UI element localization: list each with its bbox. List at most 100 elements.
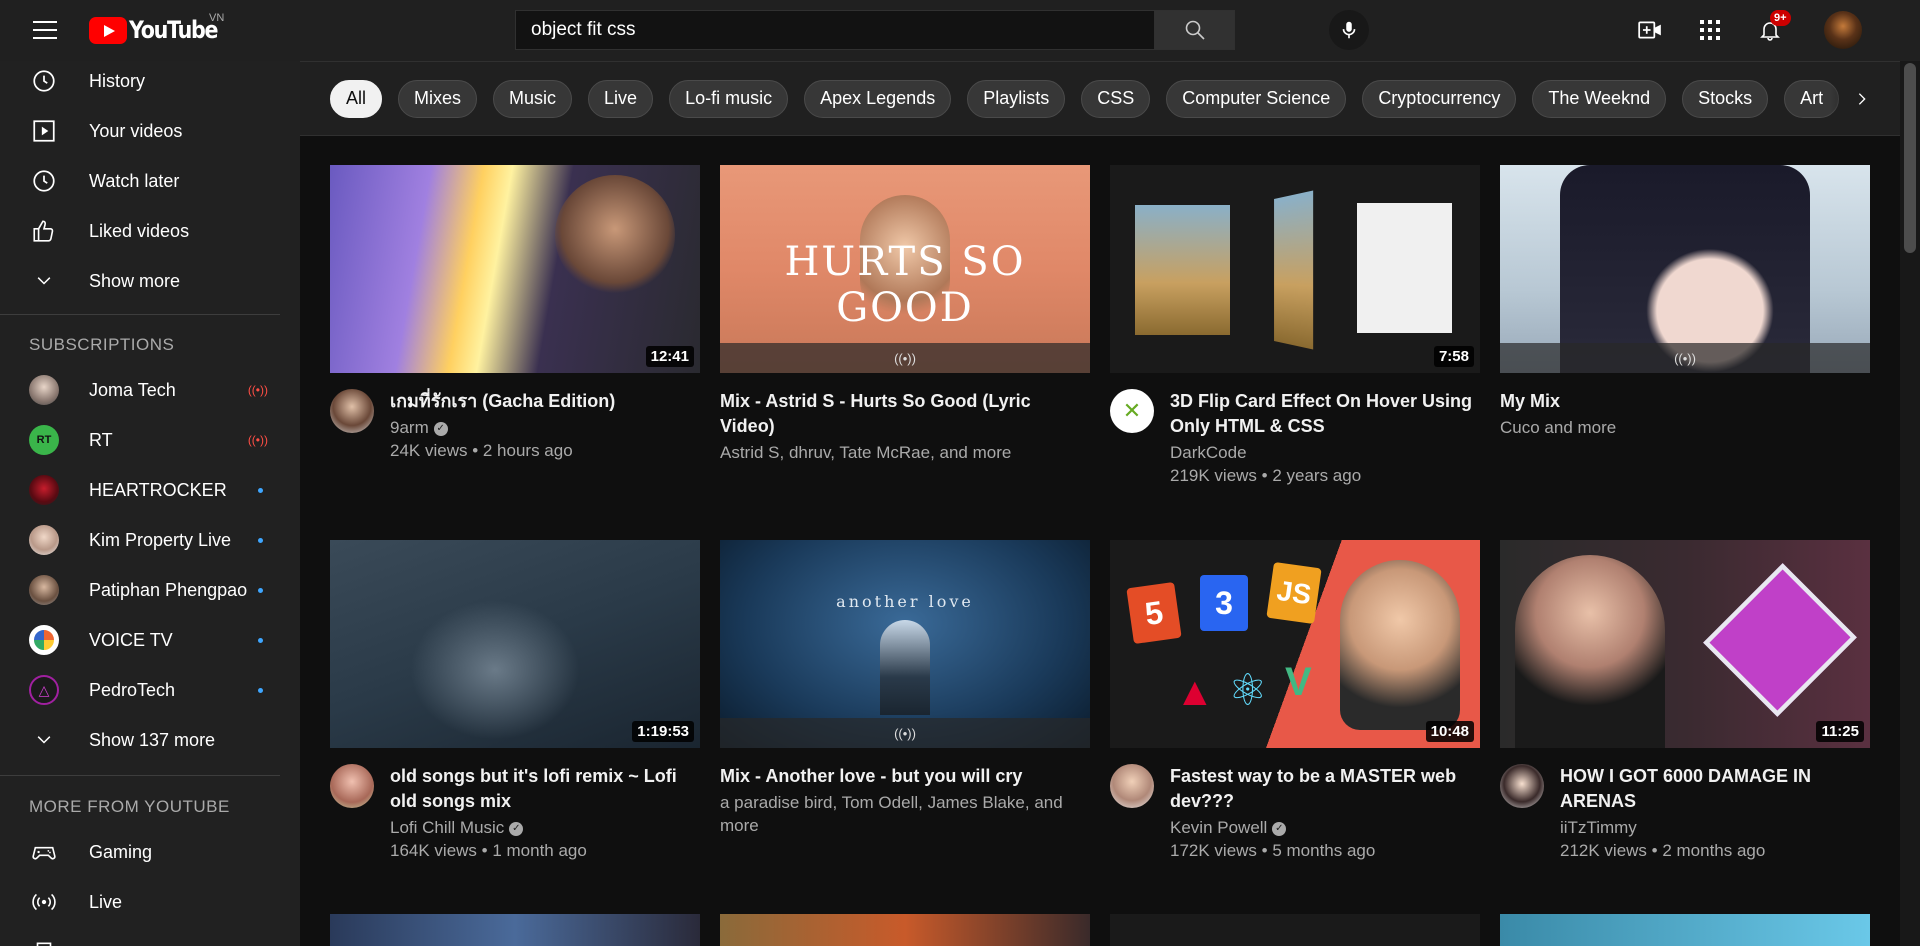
video-thumbnail[interactable]: another love ((•)) (720, 540, 1090, 748)
channel-avatar[interactable] (330, 389, 374, 433)
video-title[interactable]: Mix - Another love - but you will cry (720, 764, 1090, 789)
chevron-right-icon (1858, 92, 1866, 105)
chip-the-weeknd[interactable]: The Weeknd (1532, 79, 1667, 118)
top-bar: YouTube VN 9+ (0, 0, 1920, 61)
page-scrollbar[interactable] (1900, 61, 1920, 946)
sidebar-item-label: Show more (89, 270, 181, 291)
channel-avatar: △ (29, 675, 59, 705)
video-stats: 212K views • 2 months ago (1560, 841, 1766, 860)
chip-css[interactable]: CSS (1081, 79, 1151, 118)
video-title[interactable]: เกมที่รักเรา (Gacha Edition) (390, 389, 700, 414)
new-content-dot (258, 687, 263, 693)
video-card[interactable]: 5 3 JS ▲ ⚛ V 10:48 Fastest way to be a M… (1110, 540, 1480, 862)
channel-avatar[interactable] (1500, 764, 1544, 808)
video-thumbnail[interactable]: 5 3 JS ▲ ⚛ V 10:48 (1110, 540, 1480, 748)
search-button[interactable] (1154, 11, 1234, 49)
mix-bar: ((•)) (1500, 343, 1870, 373)
verified-icon: ✓ (509, 821, 524, 836)
video-card[interactable]: 11:25 HOW I GOT 6000 DAMAGE IN ARENAS ii… (1500, 540, 1870, 862)
sidebar-item-history[interactable]: History (0, 61, 280, 106)
search-input[interactable] (516, 11, 1154, 49)
apps-button[interactable] (1694, 14, 1726, 46)
channel-avatar (29, 625, 59, 655)
video-thumbnail[interactable] (330, 914, 700, 946)
video-thumbnail[interactable]: HURTS SO GOOD ((•)) (720, 165, 1090, 373)
sidebar-item-label: Show 137 more (89, 729, 216, 750)
sidebar-item-your-videos[interactable]: Your videos (0, 106, 280, 156)
chip-music[interactable]: Music (493, 79, 573, 118)
channel-name[interactable]: Lofi Chill Music (390, 818, 504, 837)
channel-avatar[interactable]: ✕ (1110, 389, 1154, 433)
youtube-logo[interactable]: YouTube VN (89, 12, 232, 44)
sidebar-item-label: Liked videos (89, 220, 190, 241)
sidebar: History Your videos Watch later Liked vi… (0, 61, 300, 946)
sidebar-item-partial[interactable] (0, 927, 280, 946)
video-thumbnail[interactable]: 7:58 (1110, 165, 1480, 373)
sidebar-show-more-subscriptions[interactable]: Show 137 more (0, 715, 280, 765)
channel-name[interactable]: DarkCode (1170, 441, 1480, 464)
channel-avatar[interactable] (1110, 764, 1154, 808)
sidebar-item-label: Live (89, 891, 123, 912)
video-title[interactable]: old songs but it's lofi remix ~ Lofi old… (390, 764, 700, 814)
sidebar-subscription-kim-property-live[interactable]: Kim Property Live (0, 515, 280, 565)
chevron-down-icon (29, 725, 59, 755)
notifications-button[interactable]: 9+ (1754, 10, 1791, 46)
channel-name[interactable]: 9arm (390, 418, 429, 437)
video-card[interactable]: another love ((•)) Mix - Another love - … (720, 540, 1090, 837)
video-thumbnail[interactable] (1500, 914, 1870, 946)
video-title[interactable]: HOW I GOT 6000 DAMAGE IN ARENAS (1560, 764, 1870, 814)
video-title[interactable]: Fastest way to be a MASTER web dev??? (1170, 764, 1480, 814)
video-thumbnail[interactable] (720, 914, 1090, 946)
video-title[interactable]: 3D Flip Card Effect On Hover Using Only … (1170, 389, 1480, 439)
video-thumbnail[interactable] (1110, 914, 1480, 946)
video-card[interactable]: 12:41 เกมที่รักเรา (Gacha Edition) 9arm ✓… (330, 165, 700, 462)
sidebar-item-watch-later[interactable]: Watch later (0, 156, 280, 206)
chip-computer-science[interactable]: Computer Science (1166, 79, 1347, 118)
chip-cryptocurrency[interactable]: Cryptocurrency (1362, 79, 1517, 118)
chip-live[interactable]: Live (588, 79, 654, 118)
account-avatar[interactable] (1824, 11, 1862, 49)
sidebar-subscription-joma-tech[interactable]: Joma Tech ((•)) (0, 365, 280, 415)
gaming-icon (29, 837, 59, 867)
video-title[interactable]: My Mix (1500, 389, 1870, 414)
scrollbar-thumb[interactable] (1904, 63, 1916, 253)
mix-bar: ((•)) (720, 718, 1090, 748)
channel-avatar[interactable] (330, 764, 374, 808)
video-card[interactable]: ((•)) My Mix Cuco and more (1500, 165, 1870, 439)
video-stats: 219K views • 2 years ago (1170, 466, 1362, 485)
video-card[interactable]: HURTS SO GOOD ((•)) Mix - Astrid S - Hur… (720, 165, 1090, 464)
sidebar-item-live[interactable]: Live (0, 877, 280, 927)
menu-icon[interactable] (28, 16, 62, 44)
create-video-icon (1638, 21, 1661, 39)
mix-artists: Astrid S, dhruv, Tate McRae, and more (720, 443, 1012, 462)
voice-search-button[interactable] (1329, 10, 1369, 50)
create-video-button[interactable] (1634, 14, 1666, 46)
video-thumbnail[interactable]: 1:19:53 (330, 540, 700, 748)
channel-name[interactable]: iiTzTimmy (1560, 816, 1870, 839)
video-card[interactable]: 1:19:53 old songs but it's lofi remix ~ … (330, 540, 700, 862)
chip-all[interactable]: All (330, 79, 383, 118)
chip-mixes[interactable]: Mixes (398, 79, 478, 118)
mix-artists: a paradise bird, Tom Odell, James Blake,… (720, 793, 1063, 835)
sidebar-subscription-pedrotech[interactable]: △ PedroTech (0, 665, 280, 715)
chip-playlists[interactable]: Playlists (967, 79, 1066, 118)
sidebar-subscription-rt[interactable]: RT RT ((•)) (0, 415, 280, 465)
video-thumbnail[interactable]: 11:25 (1500, 540, 1870, 748)
video-title[interactable]: Mix - Astrid S - Hurts So Good (Lyric Vi… (720, 389, 1090, 439)
sidebar-subscription-patiphan-phengpao[interactable]: Patiphan Phengpao (0, 565, 280, 615)
chip-apex-legends[interactable]: Apex Legends (804, 79, 952, 118)
video-thumbnail[interactable]: 12:41 (330, 165, 700, 373)
sidebar-item-label: Kim Property Live (89, 529, 232, 550)
video-stats: 164K views • 1 month ago (390, 841, 587, 860)
sidebar-subscription-heartrocker[interactable]: HEARTROCKER (0, 465, 280, 515)
sidebar-item-show-more[interactable]: Show more (0, 256, 280, 306)
chip-lofi-music[interactable]: Lo-fi music (669, 79, 789, 118)
video-card[interactable]: 7:58 ✕ 3D Flip Card Effect On Hover Usin… (1110, 165, 1480, 487)
chips-next-button[interactable] (1830, 62, 1900, 135)
video-thumbnail[interactable]: ((•)) (1500, 165, 1870, 373)
sidebar-item-liked-videos[interactable]: Liked videos (0, 206, 280, 256)
sidebar-subscription-voice-tv[interactable]: VOICE TV (0, 615, 280, 665)
chip-stocks[interactable]: Stocks (1682, 79, 1769, 118)
sidebar-item-gaming[interactable]: Gaming (0, 827, 280, 877)
channel-name[interactable]: Kevin Powell (1170, 818, 1267, 837)
